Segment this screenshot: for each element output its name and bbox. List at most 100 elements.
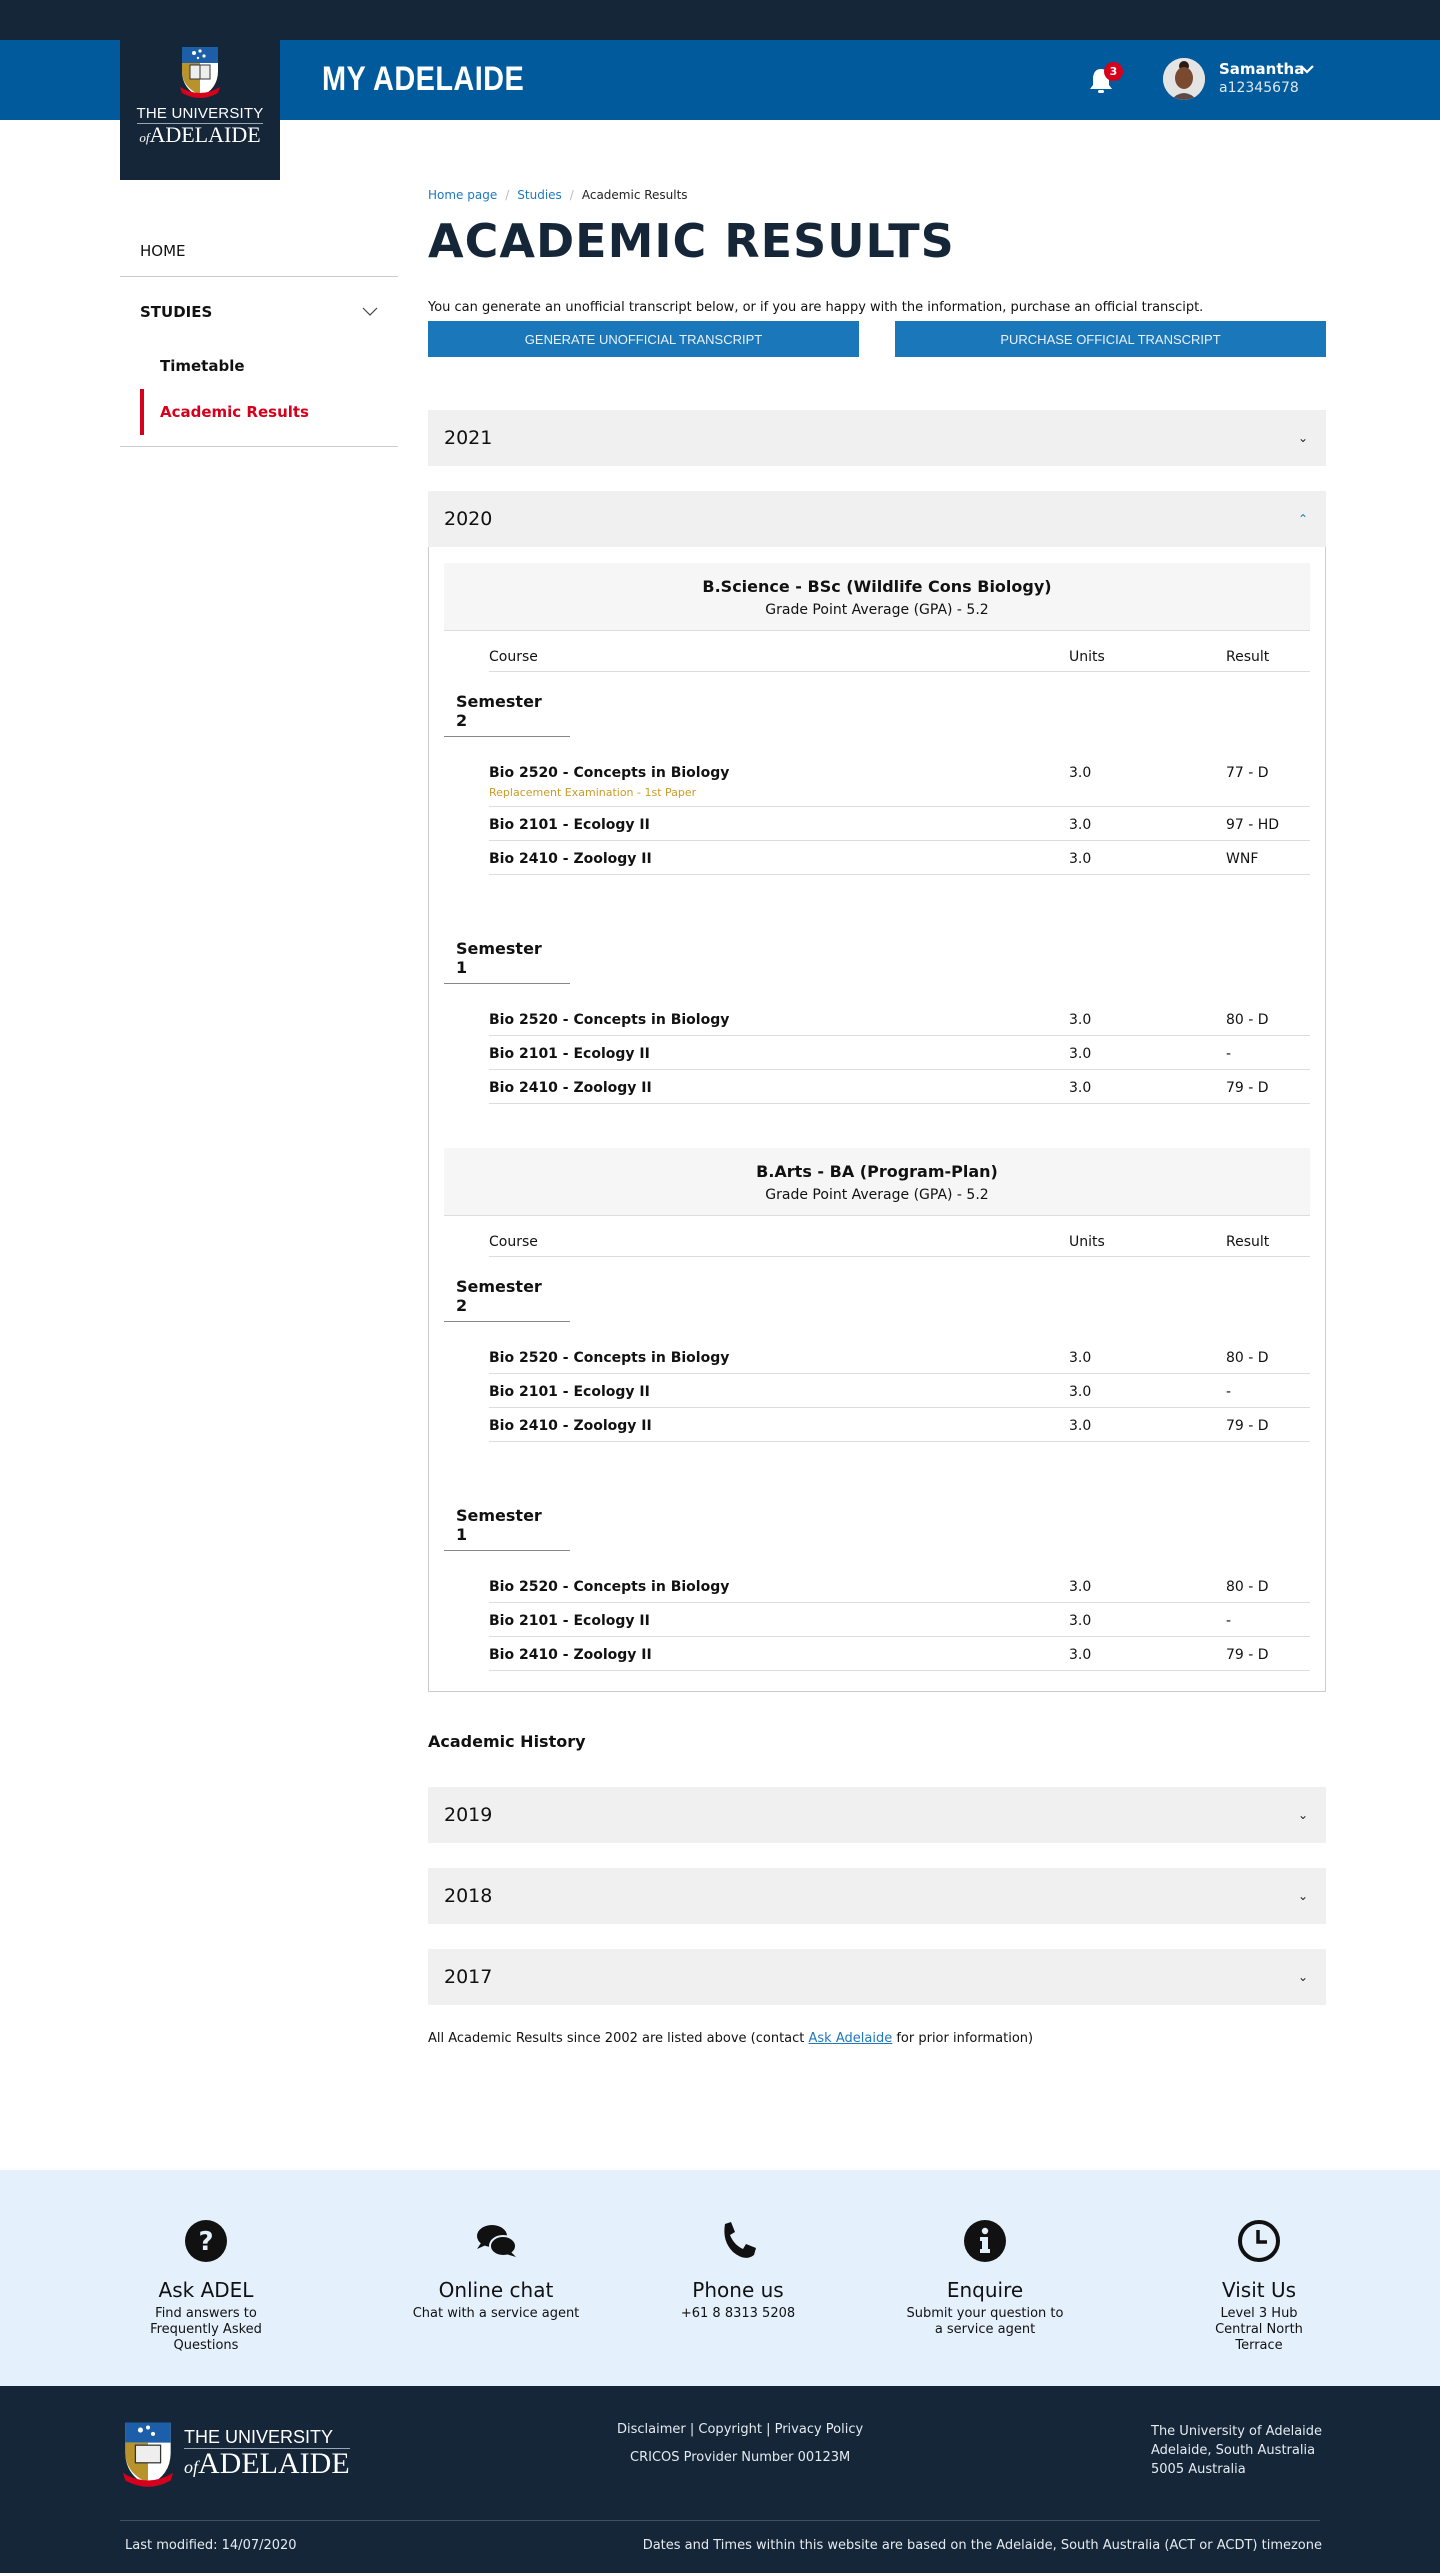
semester-block: Semester 1 Bio 2520 - Concepts in Biolog… [444,1486,1310,1671]
help-item-phone-us[interactable]: Phone us +61 8 8313 5208 [638,2218,838,2322]
course-result: - [1226,1613,1232,1629]
history-note: All Academic Results since 2002 are list… [428,2031,1326,2046]
purchase-official-transcript-button[interactable]: PURCHASE OFFICIAL TRANSCRIPT [895,321,1326,357]
accordion-year-label: 2021 [444,427,493,449]
sidebar-item-timetable[interactable]: Timetable [120,343,398,389]
history-note-text: for prior information) [892,2031,1034,2046]
accordion-year-label: 2017 [444,1966,493,1988]
sidebar-item-academic-results[interactable]: Academic Results [140,389,398,435]
accordion-year-label: 2019 [444,1804,493,1826]
breadcrumb-studies[interactable]: Studies [517,188,562,202]
main-content: Home page / Studies / Academic Results ACADE… [428,188,1326,2046]
chevron-down-icon: ⌄ [1297,431,1308,445]
breadcrumb-separator: / [569,188,574,202]
semester-title: Semester 1 [444,919,570,984]
sidebar-divider [120,435,398,447]
accordion-year-label: 2018 [444,1885,493,1907]
course-units: 3.0 [1069,1012,1092,1028]
course-name: Bio 2101 - Ecology II [489,817,650,833]
page-title: ACADEMIC RESULTS [428,214,955,268]
cricos-number: CRICOS Provider Number 00123M [630,2450,851,2465]
site-title[interactable]: MY ADELAIDE [322,60,524,99]
chevron-down-icon[interactable] [362,307,378,317]
address-line: Adelaide, South Australia [1151,2443,1316,2458]
privacy-policy-link[interactable]: Privacy Policy [775,2422,864,2437]
course-units: 3.0 [1069,1384,1092,1400]
table-row: Bio 2101 - Ecology II 3.0 - [489,1603,1310,1637]
breadcrumb-current: Academic Results [581,188,688,202]
table-row: Bio 2520 - Concepts in Biology 3.0 80 - … [489,1569,1310,1603]
chevron-down-icon: ⌄ [1297,1970,1308,1984]
breadcrumb: Home page / Studies / Academic Results [428,188,1326,202]
last-modified: Last modified: 14/07/2020 [125,2538,297,2553]
column-course: Course [489,1234,538,1250]
semester-block: Semester 2 Bio 2520 - Concepts in Biolog… [444,672,1310,875]
accordion-2018[interactable]: 2018 ⌄ [428,1868,1326,1924]
help-title: Visit Us [1221,2278,1297,2302]
table-row: Bio 2101 - Ecology II 3.0 - [489,1374,1310,1408]
course-result: 97 - HD [1226,817,1280,833]
course-name: Bio 2410 - Zoology II [489,1080,652,1096]
accordion-2017[interactable]: 2017 ⌄ [428,1949,1326,2005]
phone-icon [724,2222,756,2258]
course-units: 3.0 [1069,817,1092,833]
semester-title: Semester 1 [444,1486,570,1551]
semester-title: Semester 2 [444,672,570,737]
course-result: - [1226,1384,1232,1400]
program-name: B.Science - BSc (Wildlife Cons Biology) [702,577,1052,596]
table-header: Course Units Result [489,631,1310,672]
timezone-note: Dates and Times within this website are … [642,2538,1322,2553]
accordion-2019[interactable]: 2019 ⌄ [428,1787,1326,1843]
chevron-down-icon[interactable] [1300,64,1314,74]
help-title: Online chat [438,2278,554,2302]
course-name: Bio 2410 - Zoology II [489,1647,652,1663]
disclaimer-link[interactable]: Disclaimer [617,2422,686,2437]
accordion-year-label: 2020 [444,508,493,530]
course-units: 3.0 [1069,1046,1092,1062]
semester-block: Semester 1 Bio 2520 - Concepts in Biolog… [444,919,1310,1104]
column-units: Units [1069,1234,1105,1250]
intro-text: You can generate an unofficial transcrip… [428,300,1204,315]
avatar[interactable] [1163,58,1205,100]
sidebar-item-home[interactable]: HOME [120,225,398,277]
sidebar-item-studies[interactable]: STUDIES [120,281,398,343]
table-row: Bio 2410 - Zoology II 3.0 WNF [489,841,1310,875]
logo-line2: ofADELAIDE [139,124,260,149]
university-logo[interactable]: THE UNIVERSITY ofADELAIDE [120,0,280,180]
accordion-2020[interactable]: 2020 ⌃ [428,491,1326,547]
footer-logo-line1: THE UNIVERSITY [184,2427,350,2449]
table-row: Bio 2101 - Ecology II 3.0 97 - HD [489,807,1310,841]
course-result: - [1226,1046,1232,1062]
user-name[interactable]: Samantha [1219,60,1304,78]
question-circle-icon: ? [185,2220,227,2262]
column-result: Result [1226,649,1270,665]
course-units: 3.0 [1069,765,1092,781]
course-result: 79 - D [1226,1418,1269,1434]
footer-logo[interactable]: THE UNIVERSITY ofADELAIDE [120,2420,350,2488]
help-item-online-chat[interactable]: Online chat Chat with a service agent [396,2218,596,2322]
table-row: Bio 2410 - Zoology II 3.0 79 - D [489,1637,1310,1671]
table-row: Bio 2410 - Zoology II 3.0 79 - D [489,1070,1310,1104]
course-units: 3.0 [1069,1350,1092,1366]
user-id: a12345678 [1219,80,1299,96]
help-desc: Submit your question to a service agent [906,2306,1064,2337]
help-title: Enquire [946,2278,1024,2302]
course-name: Bio 2520 - Concepts in Biology [489,1350,730,1366]
help-item-enquire[interactable]: Enquire Submit your question to a servic… [885,2218,1085,2338]
sidebar-studies-label: STUDIES [140,303,213,321]
sidebar: HOME STUDIES Timetable Academic Results [120,225,398,447]
program-gpa: Grade Point Average (GPA) - 5.2 [765,602,989,618]
program-name: B.Arts - BA (Program-Plan) [756,1162,998,1181]
chevron-down-icon: ⌄ [1297,1808,1308,1822]
course-result: 79 - D [1226,1080,1269,1096]
help-item-visit-us[interactable]: Visit Us Level 3 Hub Central North Terra… [1159,2218,1359,2354]
help-item-ask-adel[interactable]: ? Ask ADEL Find answers to Frequently As… [106,2218,306,2354]
help-desc: +61 8 8313 5208 [680,2306,796,2321]
generate-unofficial-transcript-button[interactable]: GENERATE UNOFFICIAL TRANSCRIPT [428,321,859,357]
copyright-link[interactable]: Copyright [698,2422,762,2437]
history-note-text: All Academic Results since 2002 are list… [428,2031,809,2046]
ask-adelaide-link[interactable]: Ask Adelaide [809,2031,893,2046]
accordion-2021[interactable]: 2021 ⌄ [428,410,1326,466]
info-circle-icon [964,2220,1006,2262]
breadcrumb-home[interactable]: Home page [428,188,497,202]
